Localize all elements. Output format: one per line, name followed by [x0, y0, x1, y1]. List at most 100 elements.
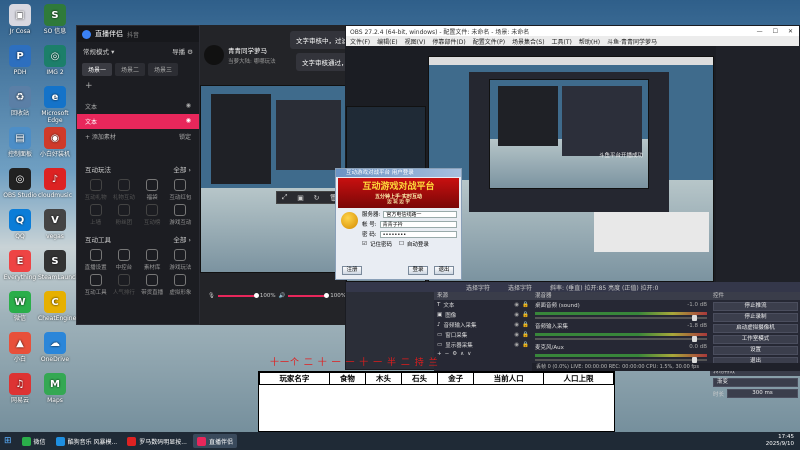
add-material-button[interactable]: + 添加素材 — [85, 132, 116, 141]
eye-icon[interactable]: ◉ — [514, 322, 519, 328]
source-row[interactable]: ▭ 显示器采集 ◉ 🔒 — [434, 340, 532, 350]
obs-menu-item[interactable]: 文件(F) — [350, 37, 370, 46]
desktop-icon[interactable]: M Maps — [38, 373, 72, 404]
lock-icon[interactable]: 🔒 — [522, 302, 529, 308]
taskbar-item[interactable]: 微信 — [18, 434, 50, 448]
tool-button[interactable]: 粉丝团 — [111, 204, 136, 226]
desktop-icon[interactable]: e Microsoft Edge — [38, 86, 72, 124]
mode-select[interactable]: 常规模式 ▾ — [83, 46, 114, 56]
add-scene-button[interactable]: + — [77, 79, 199, 93]
transition-select[interactable]: 渐变 — [713, 378, 798, 387]
desktop-icon[interactable]: ▣ Jr Cosa — [3, 4, 37, 35]
desktop-icon[interactable]: ♻ 回收站 — [3, 86, 37, 117]
desktop-icon[interactable]: ◉ 小白好装机 — [38, 127, 72, 158]
obs-menu-item[interactable]: 停靠部件(D) — [432, 37, 465, 46]
microphone-icon[interactable]: 🎙 — [208, 293, 215, 299]
close-icon[interactable]: ✕ — [788, 28, 793, 35]
source-item-selected[interactable]: 文本 ◉ — [77, 114, 199, 129]
crop-icon[interactable]: ▣ — [297, 194, 304, 202]
lock-icon[interactable]: 🔒 — [522, 332, 529, 338]
desktop-icon[interactable]: ♫ 网易云 — [3, 373, 37, 404]
import-button[interactable]: 导播 — [172, 48, 185, 56]
speaker-icon[interactable]: 🔊 — [279, 293, 286, 299]
gear-icon[interactable]: ⚙ — [187, 48, 193, 56]
obs-menu-item[interactable]: 工具(T) — [552, 37, 572, 46]
tool-button[interactable]: 素材库 — [140, 249, 165, 271]
scene-tab-3[interactable]: 场景三 — [148, 63, 179, 76]
autologin-checkbox[interactable]: ☐ — [399, 241, 404, 247]
desktop-icon[interactable]: ♪ cloudmusic — [38, 168, 72, 199]
start-icon[interactable]: ⊞ — [0, 434, 16, 448]
account-input[interactable]: 青青子衿 — [379, 220, 457, 228]
control-button[interactable]: 停止录制 — [713, 313, 798, 322]
eye-icon[interactable]: ◉ — [514, 302, 519, 308]
tool-button[interactable]: 礼物互动 — [111, 179, 136, 201]
control-button[interactable]: 启动虚拟摄像机 — [713, 324, 798, 333]
tool-button[interactable]: 带货直播 — [140, 274, 165, 296]
system-clock[interactable]: 17:45 2025/9/10 — [766, 434, 800, 448]
desktop-icon[interactable]: ☁ OneDrive — [38, 332, 72, 363]
exit-button[interactable]: 退出 — [434, 266, 454, 275]
tool-button[interactable]: 福袋 — [140, 179, 165, 201]
taskbar-item[interactable]: 罗马数码明显按... — [123, 434, 191, 448]
eye-icon[interactable]: ◉ — [186, 102, 191, 111]
scene-tab-2[interactable]: 场景二 — [115, 63, 146, 76]
source-row[interactable]: T 文本 ◉ 🔒 — [434, 300, 532, 310]
desktop-icon[interactable]: Vvegas — [38, 209, 72, 240]
volume-fader[interactable] — [535, 315, 707, 321]
rotate-icon[interactable]: ↻ — [314, 194, 320, 202]
control-button[interactable]: 设置 — [713, 346, 798, 355]
control-button[interactable]: 工作室模式 — [713, 335, 798, 344]
eye-icon[interactable]: ◉ — [514, 342, 519, 348]
tool-button[interactable]: 游戏玩法 — [168, 249, 193, 271]
tool-button[interactable]: 互动红包 — [168, 179, 193, 201]
duration-input[interactable]: 300 ms — [727, 389, 798, 398]
desktop-icon[interactable]: ◎ IMG 2 — [38, 45, 72, 76]
source-row[interactable]: ▣ 图像 ◉ 🔒 — [434, 310, 532, 320]
scene-tab-1[interactable]: 场景一 — [82, 63, 113, 76]
status-tab-2[interactable]: 选择字符 — [508, 283, 532, 292]
volume-fader[interactable] — [535, 336, 707, 342]
eye-icon[interactable]: ◉ — [186, 117, 191, 126]
eye-icon[interactable]: ◉ — [514, 312, 519, 318]
remember-checkbox[interactable]: ☑ — [362, 241, 367, 247]
tool-button[interactable]: 中控台 — [111, 249, 136, 271]
expand-icon[interactable]: ⤢ — [282, 193, 288, 202]
desktop-icon[interactable]: S SO 信息 — [38, 4, 72, 35]
taskbar-item[interactable]: 酷狗音乐 风暴模... — [52, 434, 122, 448]
minimize-icon[interactable]: — — [757, 28, 763, 35]
desktop-icon[interactable]: ▤ 控制面板 — [3, 127, 37, 158]
desktop-icon[interactable]: ▲ 小白 — [3, 332, 37, 363]
tool-button[interactable]: 虚拟形象 — [168, 274, 193, 296]
tool-button[interactable]: 互动榜 — [140, 204, 165, 226]
control-button[interactable]: 停止推流 — [713, 302, 798, 311]
desktop-icon[interactable]: W 微信 — [3, 291, 37, 322]
desktop-icon[interactable]: Q QQ — [3, 209, 37, 240]
status-tab-1[interactable]: 选择字符 — [466, 283, 490, 292]
taskbar-item[interactable]: 直播伴侣 — [192, 434, 237, 448]
maximize-icon[interactable]: ☐ — [773, 28, 778, 35]
desktop-icon[interactable]: P PDH — [3, 45, 37, 76]
password-input[interactable]: •••••••• — [379, 230, 457, 238]
desktop-icon[interactable]: E Everything — [3, 250, 37, 281]
obs-menu-item[interactable]: 配置文件(P) — [473, 37, 505, 46]
login-button[interactable]: 登录 — [408, 266, 428, 275]
obs-menu-item[interactable]: 场景集合(S) — [512, 37, 545, 46]
obs-menu-item[interactable]: 编辑(E) — [377, 37, 397, 46]
tool-button[interactable]: 游戏互动 — [168, 204, 193, 226]
eye-icon[interactable]: ◉ — [514, 332, 519, 338]
desktop-icon[interactable]: S SteamLaunchR — [38, 250, 83, 281]
tool-button[interactable]: 互动工具 — [83, 274, 108, 296]
desktop-icon[interactable]: ◎ OBS Studio — [3, 168, 37, 199]
play-more-link[interactable]: 全部 › — [173, 164, 191, 174]
live-preview-canvas[interactable] — [200, 85, 346, 273]
volume-slider[interactable] — [217, 293, 259, 298]
desktop-icon[interactable]: C CheatEngine — [38, 291, 76, 322]
server-select[interactable]: 官方电信线路一 — [383, 210, 457, 218]
source-item[interactable]: 文本 ◉ — [77, 99, 199, 114]
lock-button[interactable]: 锁定 — [179, 132, 191, 141]
source-row[interactable]: ♪ 音频输入采集 ◉ 🔒 — [434, 320, 532, 330]
obs-menu-item[interactable]: 斗鱼·青青同学萝马 — [607, 37, 657, 46]
lock-icon[interactable]: 🔒 — [522, 342, 529, 348]
lock-icon[interactable]: 🔒 — [522, 322, 529, 328]
